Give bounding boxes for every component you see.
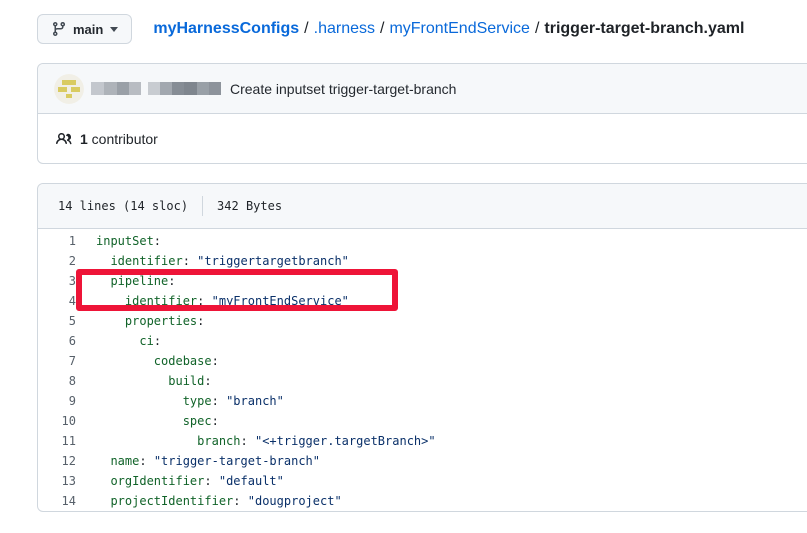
code-line: 5 properties:	[38, 311, 807, 331]
code-line-content: build:	[76, 374, 212, 388]
file-content-box: 14 lines (14 sloc) 342 Bytes 1inputSet:2…	[37, 183, 807, 512]
line-number[interactable]: 3	[38, 271, 76, 291]
code-line-content: orgIdentifier: "default"	[76, 474, 284, 488]
line-number[interactable]: 14	[38, 491, 76, 511]
redacted-gap	[141, 82, 148, 95]
breadcrumb-current-file: trigger-target-branch.yaml	[544, 20, 744, 37]
line-number[interactable]: 8	[38, 371, 76, 391]
code-line-content: type: "branch"	[76, 394, 284, 408]
latest-commit-bar: Create inputset trigger-target-branch	[38, 64, 807, 114]
breadcrumb-link[interactable]: myHarnessConfigs	[153, 20, 299, 37]
redacted-block	[129, 82, 141, 95]
contributor-count: 1	[80, 131, 88, 147]
commit-message-link[interactable]: Create inputset trigger-target-branch	[230, 81, 456, 97]
git-branch-icon	[51, 21, 67, 37]
meta-divider	[202, 196, 203, 216]
contributors-row[interactable]: 1 contributor	[38, 114, 807, 163]
redacted-block	[197, 82, 209, 95]
code-line-content: properties:	[76, 314, 204, 328]
code-line-content: projectIdentifier: "dougproject"	[76, 494, 342, 508]
code-line: 2 identifier: "triggertargetbranch"	[38, 251, 807, 271]
code-line: 9 type: "branch"	[38, 391, 807, 411]
redacted-block	[117, 82, 129, 95]
line-number[interactable]: 11	[38, 431, 76, 451]
redacted-block	[184, 82, 197, 95]
code-line-content: inputSet:	[76, 234, 161, 248]
code-line: 4 identifier: "myFrontEndService"	[38, 291, 807, 311]
code-line-content: identifier: "myFrontEndService"	[76, 294, 349, 308]
breadcrumb-separator: /	[299, 20, 313, 37]
chevron-down-icon	[110, 27, 118, 32]
code-line-content: identifier: "triggertargetbranch"	[76, 254, 349, 268]
file-header-bar: main myHarnessConfigs/.harness/myFrontEn…	[37, 14, 744, 44]
redacted-block	[104, 82, 117, 95]
code-line: 6 ci:	[38, 331, 807, 351]
code-line: 11 branch: "<+trigger.targetBranch>"	[38, 431, 807, 451]
code-line-content: name: "trigger-target-branch"	[76, 454, 320, 468]
file-size-info: 342 Bytes	[217, 199, 282, 213]
line-number[interactable]: 10	[38, 411, 76, 431]
code-line: 10 spec:	[38, 411, 807, 431]
line-number[interactable]: 7	[38, 351, 76, 371]
branch-name-label: main	[73, 22, 103, 37]
code-line-content: spec:	[76, 414, 219, 428]
commit-author-avatar[interactable]	[54, 74, 84, 104]
code-line-content: ci:	[76, 334, 161, 348]
code-line: 8 build:	[38, 371, 807, 391]
file-meta-bar: 14 lines (14 sloc) 342 Bytes	[38, 184, 807, 229]
code-line: 14 projectIdentifier: "dougproject"	[38, 491, 807, 511]
file-lines-info: 14 lines (14 sloc)	[58, 199, 188, 213]
code-line-content: branch: "<+trigger.targetBranch>"	[76, 434, 436, 448]
code-line-content: pipeline:	[76, 274, 175, 288]
code-line: 13 orgIdentifier: "default"	[38, 471, 807, 491]
redacted-block	[91, 82, 104, 95]
line-number[interactable]: 6	[38, 331, 76, 351]
line-number[interactable]: 13	[38, 471, 76, 491]
breadcrumb-link[interactable]: .harness	[314, 20, 375, 37]
commit-author-name-redacted	[91, 82, 221, 95]
breadcrumb: myHarnessConfigs/.harness/myFrontEndServ…	[153, 20, 744, 38]
redacted-block	[148, 82, 160, 95]
breadcrumb-separator: /	[530, 20, 544, 37]
redacted-block	[172, 82, 184, 95]
page: main myHarnessConfigs/.harness/myFrontEn…	[0, 0, 807, 533]
people-icon	[56, 131, 72, 147]
code-line: 1inputSet:	[38, 231, 807, 251]
contributors-label: 1 contributor	[80, 131, 158, 147]
line-number[interactable]: 4	[38, 291, 76, 311]
code-line: 7 codebase:	[38, 351, 807, 371]
code-line-content: codebase:	[76, 354, 219, 368]
redacted-block	[160, 82, 172, 95]
line-number[interactable]: 5	[38, 311, 76, 331]
breadcrumb-separator: /	[375, 20, 389, 37]
breadcrumb-link[interactable]: myFrontEndService	[389, 20, 530, 37]
line-number[interactable]: 1	[38, 231, 76, 251]
commit-box: Create inputset trigger-target-branch 1 …	[37, 63, 807, 164]
line-number[interactable]: 9	[38, 391, 76, 411]
redacted-block	[209, 82, 221, 95]
code-viewer: 1inputSet:2 identifier: "triggertargetbr…	[38, 229, 807, 515]
line-number[interactable]: 12	[38, 451, 76, 471]
code-line: 3 pipeline:	[38, 271, 807, 291]
branch-selector-button[interactable]: main	[37, 14, 132, 44]
line-number[interactable]: 2	[38, 251, 76, 271]
code-line: 12 name: "trigger-target-branch"	[38, 451, 807, 471]
